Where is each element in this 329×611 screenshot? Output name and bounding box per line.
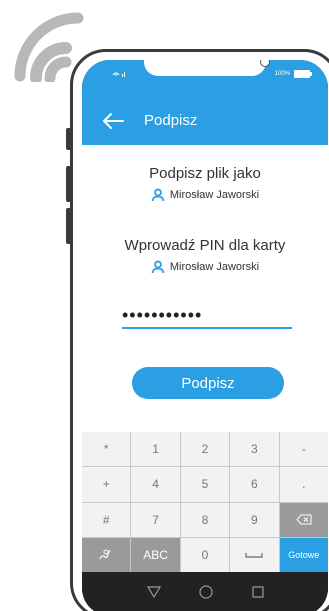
key-8[interactable]: 8 bbox=[180, 502, 230, 537]
numeric-keyboard: * 1 2 3 - + 4 5 6 . # 7 8 9 ABC 0 Gotowe bbox=[82, 432, 328, 572]
status-right: 100% bbox=[274, 70, 312, 78]
phone-screen: 100% Podpisz Podpisz plik jako Mirosław … bbox=[82, 60, 328, 611]
sign-content: Podpisz plik jako Mirosław Jaworski Wpro… bbox=[82, 145, 328, 432]
key-4[interactable]: 4 bbox=[131, 467, 180, 502]
signer-name: Mirosław Jaworski bbox=[169, 189, 260, 201]
user-icon bbox=[151, 260, 165, 274]
status-left bbox=[112, 70, 128, 77]
camera-icon bbox=[260, 60, 270, 67]
key-done[interactable]: Gotowe bbox=[279, 537, 328, 572]
circle-home-icon[interactable] bbox=[198, 584, 214, 600]
backspace-icon bbox=[296, 514, 312, 525]
user-icon bbox=[151, 188, 165, 202]
key-handwriting[interactable] bbox=[82, 537, 131, 572]
handwriting-icon bbox=[99, 549, 111, 560]
key-5[interactable]: 5 bbox=[180, 467, 230, 502]
navigation-bar bbox=[82, 572, 328, 611]
stage: 100% Podpisz Podpisz plik jako Mirosław … bbox=[0, 0, 329, 611]
key-7[interactable]: 7 bbox=[131, 502, 180, 537]
signal-icon bbox=[112, 72, 125, 77]
key-space[interactable] bbox=[230, 537, 279, 572]
pin-input[interactable]: ••••••••••• bbox=[122, 306, 202, 324]
key-3[interactable]: 3 bbox=[230, 432, 279, 467]
top-bar: 100% Podpisz bbox=[82, 60, 328, 145]
key-abc[interactable]: ABC bbox=[131, 537, 180, 572]
side-button-top bbox=[66, 128, 72, 150]
key-1[interactable]: 1 bbox=[131, 432, 180, 467]
notch bbox=[144, 60, 270, 76]
page-title: Podpisz bbox=[144, 112, 198, 129]
key-hash[interactable]: # bbox=[82, 502, 131, 537]
sign-heading: Podpisz plik jako bbox=[149, 165, 261, 182]
side-button-middle bbox=[66, 166, 72, 202]
square-recent-icon[interactable] bbox=[250, 584, 266, 600]
key-minus[interactable]: - bbox=[279, 432, 328, 467]
sign-button[interactable]: Podpisz bbox=[132, 367, 284, 399]
card-owner-row: Mirosław Jaworski bbox=[82, 260, 328, 274]
key-2[interactable]: 2 bbox=[180, 432, 230, 467]
key-plus[interactable]: + bbox=[82, 467, 131, 502]
side-button-bottom bbox=[66, 208, 72, 244]
card-owner-name: Mirosław Jaworski bbox=[169, 261, 260, 273]
key-0[interactable]: 0 bbox=[180, 537, 230, 572]
arrow-left-icon[interactable] bbox=[102, 112, 124, 130]
key-backspace[interactable] bbox=[279, 502, 328, 537]
space-icon bbox=[245, 552, 263, 558]
key-period[interactable]: . bbox=[279, 467, 328, 502]
key-asterisk[interactable]: * bbox=[82, 432, 131, 467]
battery-icon bbox=[294, 70, 312, 78]
pin-heading: Wprowadź PIN dla karty bbox=[124, 237, 286, 254]
battery-percentage: 100% bbox=[274, 71, 290, 77]
key-6[interactable]: 6 bbox=[230, 467, 279, 502]
app-bar: Podpisz bbox=[82, 104, 328, 140]
pin-input-underline bbox=[122, 327, 292, 329]
signer-row: Mirosław Jaworski bbox=[82, 188, 328, 202]
key-9[interactable]: 9 bbox=[230, 502, 279, 537]
triangle-back-icon[interactable] bbox=[146, 584, 162, 600]
